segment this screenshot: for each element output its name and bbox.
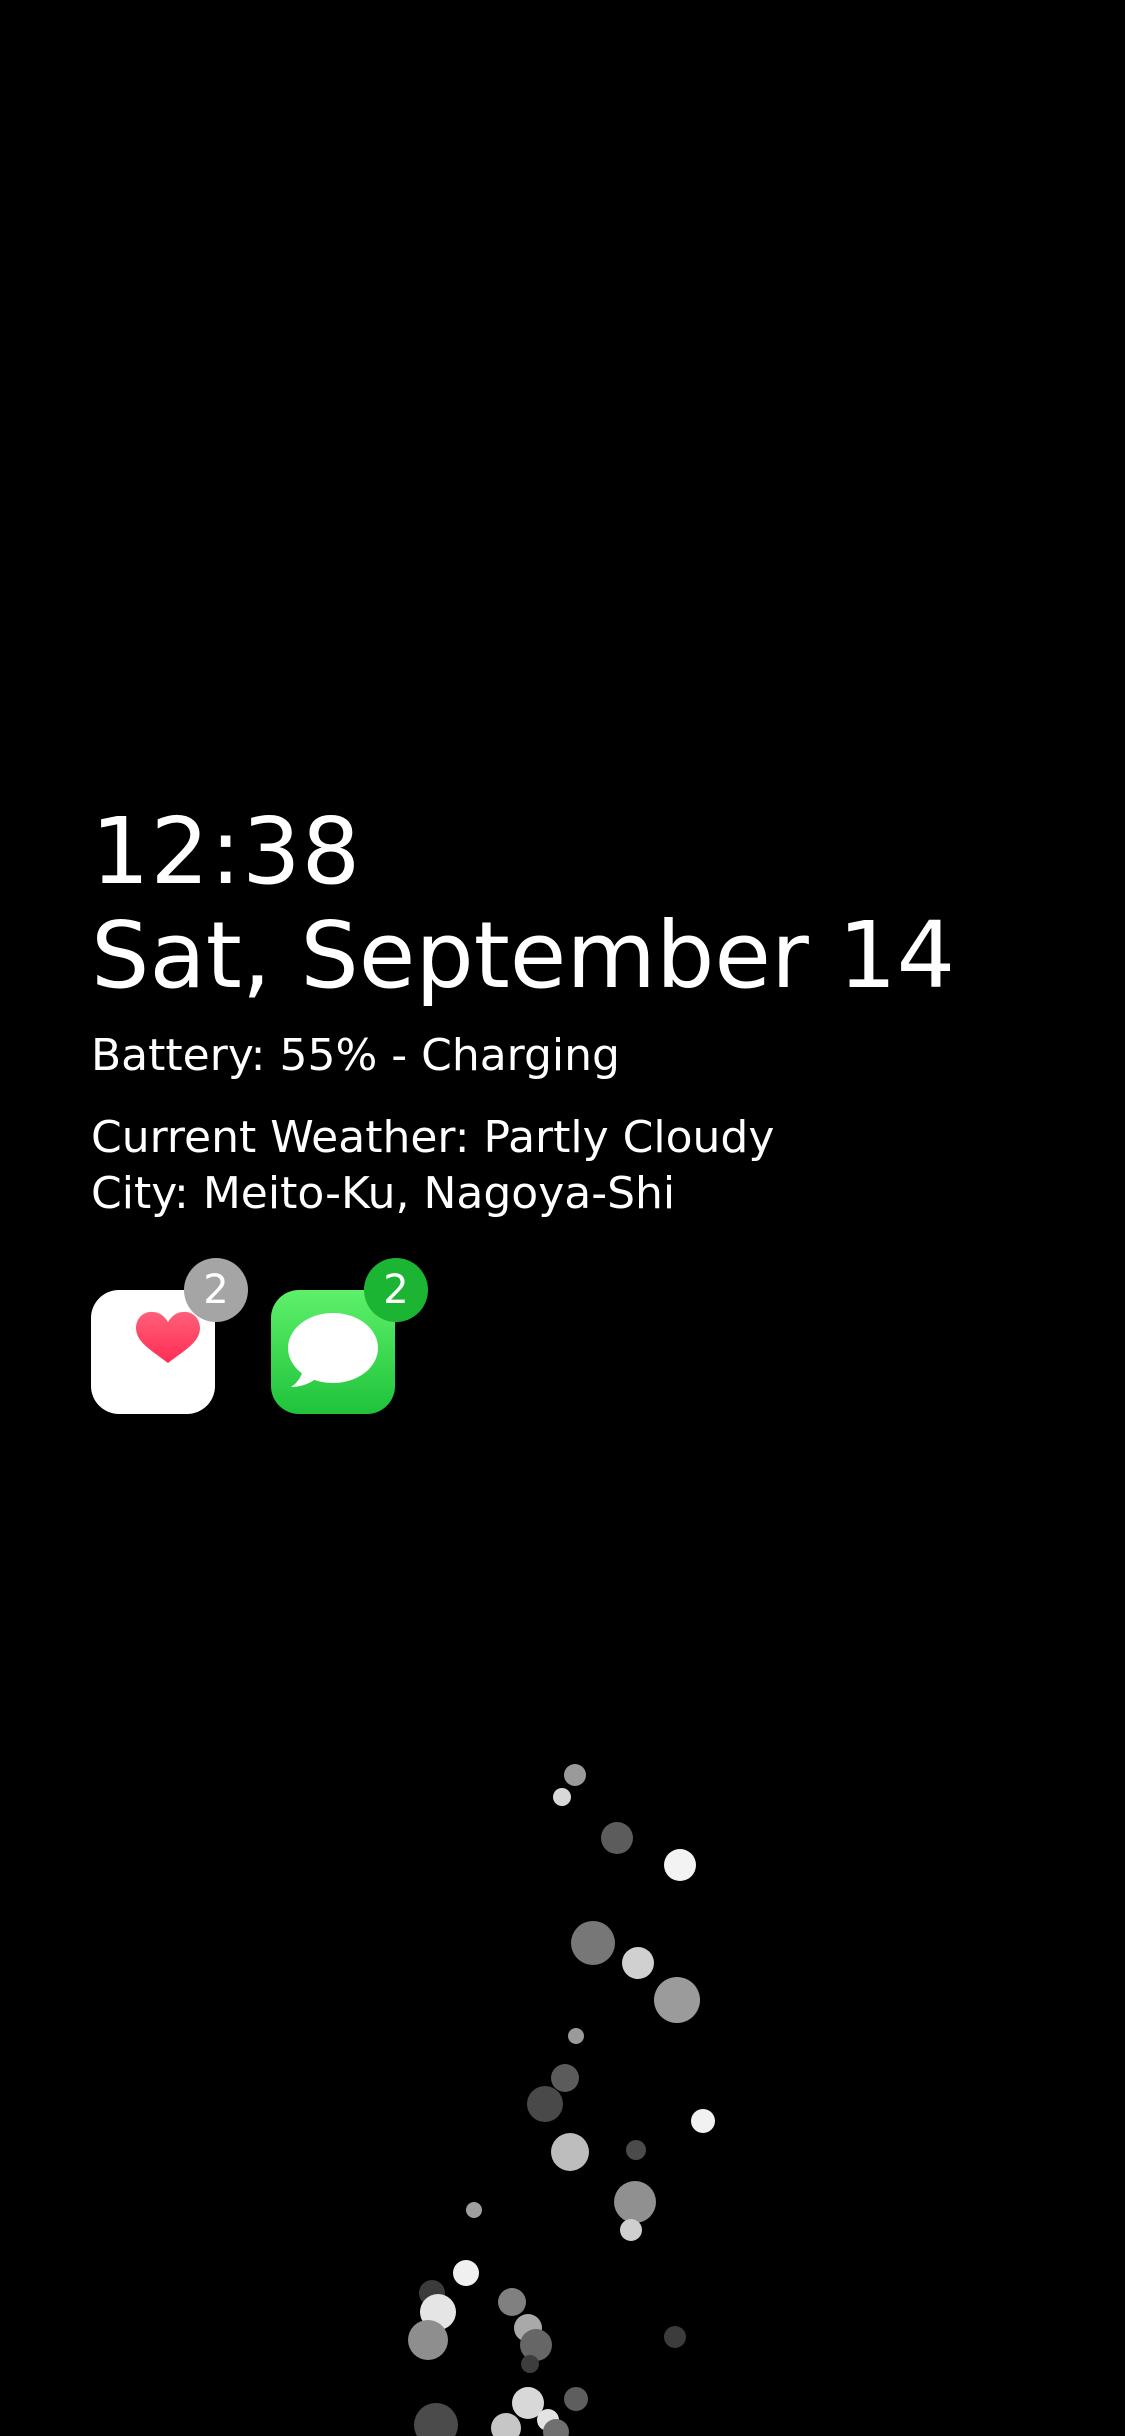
charging-bubble	[571, 1921, 615, 1965]
charging-bubble	[453, 2260, 479, 2286]
charging-bubble	[564, 1764, 586, 1786]
charging-bubble	[491, 2413, 521, 2436]
charging-bubble	[601, 1822, 633, 1854]
charging-bubble	[691, 2109, 715, 2133]
charging-bubbles-animation	[408, 1764, 715, 2436]
charging-bubble	[568, 2028, 584, 2044]
charging-bubble	[498, 2288, 526, 2316]
charging-bubble	[622, 1947, 654, 1979]
charging-bubble	[564, 2387, 588, 2411]
charging-bubble	[527, 2086, 563, 2122]
charging-bubble	[551, 2133, 589, 2171]
charging-bubble	[408, 2320, 448, 2360]
charging-bubble	[414, 2403, 458, 2436]
charging-bubble	[620, 2219, 642, 2241]
charging-bubble	[614, 2181, 656, 2223]
charging-bubble	[664, 1849, 696, 1881]
charging-bubble	[626, 2140, 646, 2160]
charging-bubble	[521, 2355, 539, 2373]
charging-bubble	[553, 1788, 571, 1806]
charging-bubble	[551, 2064, 579, 2092]
charging-bubble	[520, 2329, 552, 2361]
charging-bubble	[466, 2202, 482, 2218]
charging-bubble	[664, 2326, 686, 2348]
charging-bubble	[654, 1977, 700, 2023]
